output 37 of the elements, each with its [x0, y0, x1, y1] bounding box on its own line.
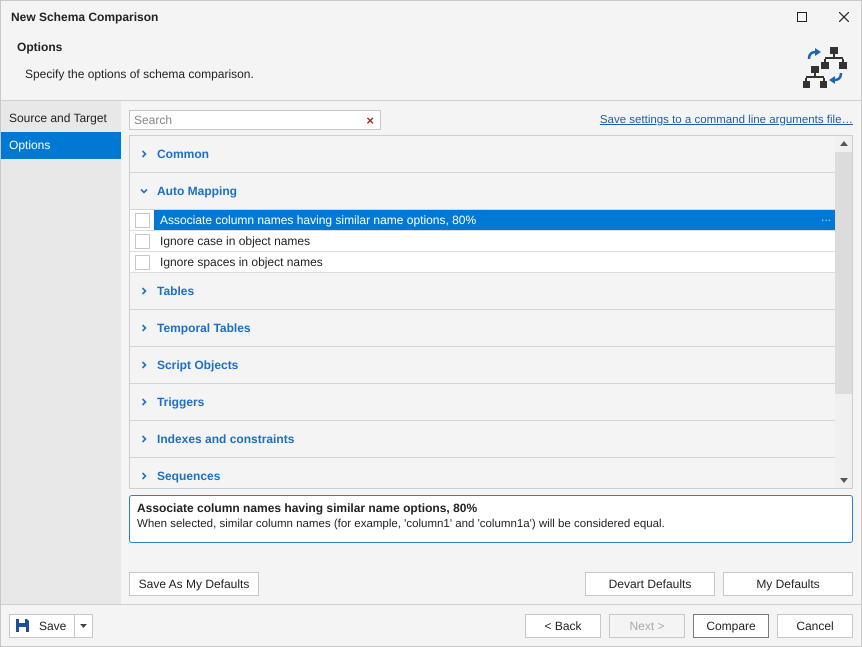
sidebar-item[interactable]: Source and Target — [1, 105, 121, 132]
search-field[interactable]: Search × — [129, 110, 381, 130]
page-subtitle: Specify the options of schema comparison. — [25, 67, 254, 81]
wizard-button[interactable]: Cancel — [777, 614, 853, 638]
more-button[interactable]: ··· — [821, 214, 831, 226]
schema-compare-icon — [803, 45, 847, 89]
scroll-down-icon[interactable] — [840, 478, 848, 483]
checkbox[interactable] — [134, 254, 150, 270]
wizard-button[interactable]: < Back — [525, 614, 601, 638]
clear-search-button[interactable]: × — [366, 114, 374, 126]
wizard-button[interactable]: Compare — [693, 614, 769, 638]
save-settings-link[interactable]: Save settings to a command line arguments file… — [600, 114, 853, 126]
dropdown-button[interactable] — [75, 614, 94, 638]
window-title: New Schema Comparison — [11, 10, 158, 24]
save-defaults-button[interactable]: Save As My Defaults — [129, 572, 259, 596]
sidebar-item[interactable]: Options — [1, 132, 121, 159]
group-header[interactable]: Indexes and constraints — [130, 421, 835, 458]
group-header[interactable]: Temporal Tables — [130, 310, 835, 347]
maximize-icon[interactable] — [797, 12, 807, 22]
group-header[interactable]: Script Objects — [130, 347, 835, 384]
checkbox[interactable] — [134, 234, 150, 248]
close-icon[interactable] — [839, 12, 849, 22]
defaults-button[interactable]: Devart Defaults — [585, 572, 715, 596]
option-row[interactable]: Associate column names having similar name options, 80% ··· — [154, 210, 835, 230]
description-title: Associate column names having similar name options, 80% — [137, 501, 478, 515]
page-title: Options — [17, 40, 64, 54]
group-header[interactable]: Tables — [130, 273, 835, 310]
scroll-up-icon[interactable] — [840, 141, 848, 146]
save-button[interactable]: Save — [9, 614, 76, 638]
scrollbar[interactable] — [835, 136, 852, 488]
floppy-icon — [16, 619, 29, 632]
group-header[interactable]: Triggers — [130, 384, 835, 421]
checkbox[interactable] — [134, 212, 150, 228]
group-header[interactable]: Common — [130, 136, 835, 173]
description-text: When selected, similar column names (for example, 'column1' and 'column1a') will be considered equal. — [137, 518, 666, 530]
defaults-button[interactable]: My Defaults — [723, 572, 853, 596]
caret-icon — [80, 624, 88, 628]
